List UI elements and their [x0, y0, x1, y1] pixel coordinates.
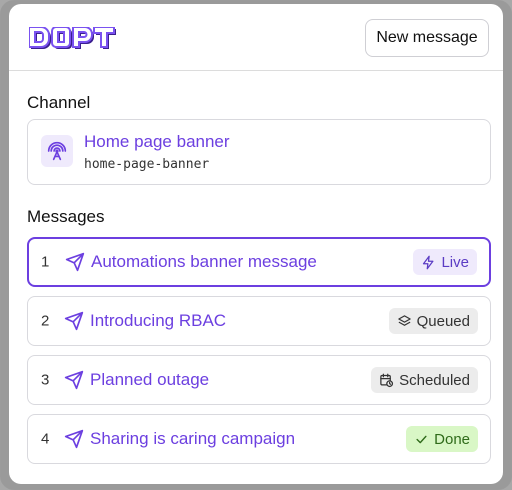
message-row[interactable]: 4 Sharing is caring campaign Done [27, 414, 491, 464]
channel-slug: home-page-banner [84, 157, 210, 172]
message-number: 4 [41, 430, 50, 448]
broadcast-icon [41, 135, 73, 167]
dopt-logo [28, 26, 119, 54]
status-badge: Done [406, 426, 478, 452]
panel-header: New message [9, 4, 503, 71]
send-icon [64, 370, 84, 390]
messages-section-label: Messages [27, 207, 105, 226]
calendar-clock-icon [380, 373, 394, 387]
status-badge: Queued [388, 308, 478, 334]
message-row[interactable]: 3 Planned outage Scheduled [27, 355, 491, 405]
messages-panel: New message Channel Home page banner hom… [9, 4, 503, 484]
layers-icon [397, 314, 411, 326]
status-badge: Live [413, 249, 477, 275]
status-label: Scheduled [399, 371, 470, 389]
message-title[interactable]: Sharing is caring campaign [90, 429, 295, 449]
message-row[interactable]: 1 Automations banner message Live [27, 237, 491, 287]
channel-card[interactable]: Home page banner home-page-banner [27, 119, 491, 185]
status-label: Live [441, 253, 469, 271]
status-badge: Scheduled [371, 367, 478, 393]
message-number: 3 [41, 371, 50, 389]
channel-section-label: Channel [27, 93, 91, 112]
send-icon [64, 311, 84, 331]
bolt-icon [423, 255, 434, 269]
message-row[interactable]: 2 Introducing RBAC Queued [27, 296, 491, 346]
dopt-logo-icon [28, 26, 116, 49]
message-title[interactable]: Planned outage [90, 370, 209, 390]
message-number: 2 [41, 312, 50, 330]
status-label: Done [434, 430, 470, 448]
window-frame: New message Channel Home page banner hom… [0, 0, 512, 490]
channel-title[interactable]: Home page banner [84, 132, 230, 152]
send-icon [65, 252, 85, 272]
message-title[interactable]: Automations banner message [91, 252, 317, 272]
new-message-button[interactable]: New message [365, 19, 489, 57]
status-label: Queued [416, 312, 470, 330]
check-icon [416, 435, 427, 443]
send-icon [64, 429, 84, 449]
message-title[interactable]: Introducing RBAC [90, 311, 226, 331]
message-number: 1 [41, 253, 50, 271]
